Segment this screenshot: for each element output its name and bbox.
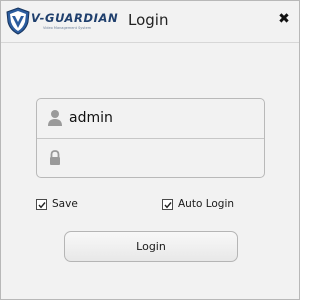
username-input[interactable] xyxy=(69,105,255,131)
save-label: Save xyxy=(52,198,78,210)
shield-logo-icon xyxy=(6,7,30,35)
credentials-box xyxy=(36,98,265,178)
checkmark-icon xyxy=(38,202,46,209)
v-guardian-logo: V-GUARDIAN Video Management System xyxy=(5,7,119,37)
lock-icon xyxy=(50,150,60,165)
close-icon: ✖ xyxy=(278,11,290,27)
password-input[interactable] xyxy=(69,145,255,171)
user-icon xyxy=(48,110,62,126)
login-button[interactable]: Login xyxy=(64,231,238,262)
logo-text: V-GUARDIAN xyxy=(31,11,119,25)
auto-login-checkbox-box[interactable] xyxy=(162,199,173,210)
title-bar: V-GUARDIAN Video Management System Login… xyxy=(1,1,299,41)
login-window: V-GUARDIAN Video Management System Login… xyxy=(0,0,300,300)
logo-subtitle: Video Management System xyxy=(43,26,92,30)
window-title: Login xyxy=(128,11,169,29)
checkmark-icon xyxy=(164,202,172,209)
title-divider xyxy=(1,42,299,43)
username-field xyxy=(37,99,264,138)
save-checkbox-box[interactable] xyxy=(36,199,47,210)
auto-login-label: Auto Login xyxy=(178,198,235,210)
password-field xyxy=(37,138,264,178)
close-button[interactable]: ✖ xyxy=(277,12,291,26)
